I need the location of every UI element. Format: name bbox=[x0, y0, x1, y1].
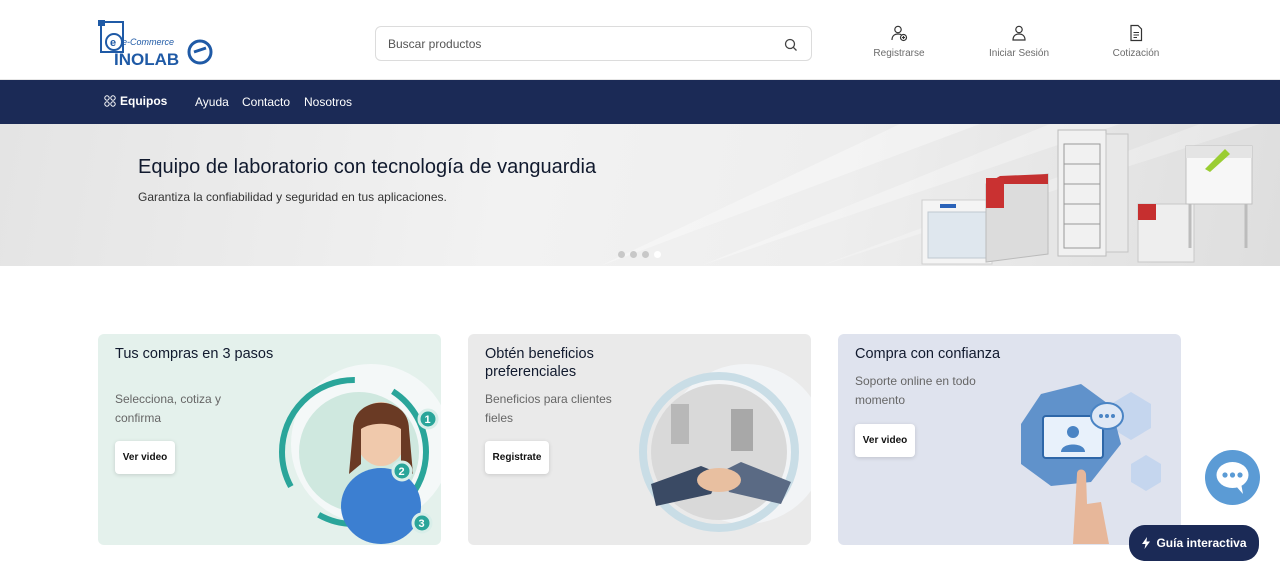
nav-equipos[interactable]: Equipos bbox=[104, 94, 167, 108]
card-steps: 1 2 3 Tus compras en 3 pasos Selecciona,… bbox=[98, 334, 441, 545]
user-plus-icon bbox=[891, 25, 908, 42]
carousel-dot-1[interactable] bbox=[618, 251, 625, 258]
guide-label: Guía interactiva bbox=[1156, 536, 1247, 550]
card-title: Compra con confianza bbox=[855, 346, 1001, 362]
nav-nosotros[interactable]: Nosotros bbox=[304, 95, 352, 109]
chat-button[interactable] bbox=[1205, 450, 1260, 505]
hero-subtitle: Garantiza la confiabilidad y seguridad e… bbox=[138, 190, 447, 204]
main-nav: Equipos Ayuda Contacto Nosotros bbox=[0, 80, 1280, 124]
carousel-dot-4[interactable] bbox=[654, 251, 661, 258]
card-description: Soporte online en todo momento bbox=[855, 374, 976, 407]
login-button[interactable]: Iniciar Sesión bbox=[974, 24, 1064, 66]
card-description: Selecciona, cotiza y confirma bbox=[115, 392, 222, 425]
watch-video-button[interactable]: Ver video bbox=[855, 424, 915, 457]
card-description: Beneficios para clientes fieles bbox=[485, 392, 612, 425]
site-header: e e-Commerce INOLAB Registrarse Iniciar … bbox=[0, 0, 1280, 80]
nav-contacto[interactable]: Contacto bbox=[242, 95, 290, 109]
lab-equipment-image bbox=[921, 129, 1253, 265]
register-card-button[interactable]: Registrate bbox=[485, 441, 549, 474]
register-button[interactable]: Registrarse bbox=[854, 24, 944, 66]
carousel-dot-2[interactable] bbox=[630, 251, 637, 258]
svg-text:1: 1 bbox=[425, 414, 431, 426]
register-label: Registrarse bbox=[873, 48, 925, 59]
search-input[interactable] bbox=[388, 34, 778, 54]
user-icon bbox=[1012, 25, 1026, 41]
woman-steps-image: 1 2 3 bbox=[279, 364, 441, 544]
nav-ayuda[interactable]: Ayuda bbox=[195, 95, 229, 109]
svg-text:INOLAB: INOLAB bbox=[114, 50, 179, 68]
quote-button[interactable]: Cotización bbox=[1091, 24, 1181, 66]
hero-title: Equipo de laboratorio con tecnología de … bbox=[138, 156, 597, 178]
svg-text:3: 3 bbox=[419, 518, 425, 530]
svg-text:e-Commerce: e-Commerce bbox=[122, 37, 174, 47]
carousel-dots bbox=[618, 251, 661, 258]
card-trust: Compra con confianza Soporte online en t… bbox=[838, 334, 1181, 545]
search-bar bbox=[375, 26, 812, 61]
svg-text:2: 2 bbox=[399, 466, 405, 478]
watch-video-button[interactable]: Ver video bbox=[115, 441, 175, 474]
carousel-dot-3[interactable] bbox=[642, 251, 649, 258]
grid-icon bbox=[104, 95, 116, 107]
hero-banner: Equipo de laboratorio con tecnología de … bbox=[0, 124, 1280, 266]
login-label: Iniciar Sesión bbox=[988, 48, 1050, 59]
online-support-image bbox=[1021, 384, 1161, 544]
card-title: Obtén beneficios preferenciales bbox=[485, 346, 594, 380]
interactive-guide-button[interactable]: Guía interactiva bbox=[1129, 525, 1259, 561]
card-title: Tus compras en 3 pasos bbox=[115, 346, 274, 362]
svg-text:e: e bbox=[110, 37, 116, 49]
document-icon bbox=[1130, 24, 1143, 42]
lightning-icon bbox=[1142, 537, 1151, 549]
quote-label: Cotización bbox=[1112, 48, 1160, 59]
card-benefits: Obtén beneficios preferenciales Benefici… bbox=[468, 334, 811, 545]
search-icon[interactable] bbox=[783, 37, 799, 53]
chat-bubble-icon bbox=[1216, 462, 1249, 494]
inolab-logo[interactable]: e e-Commerce INOLAB bbox=[98, 18, 216, 69]
nav-equipos-label: Equipos bbox=[120, 94, 168, 108]
